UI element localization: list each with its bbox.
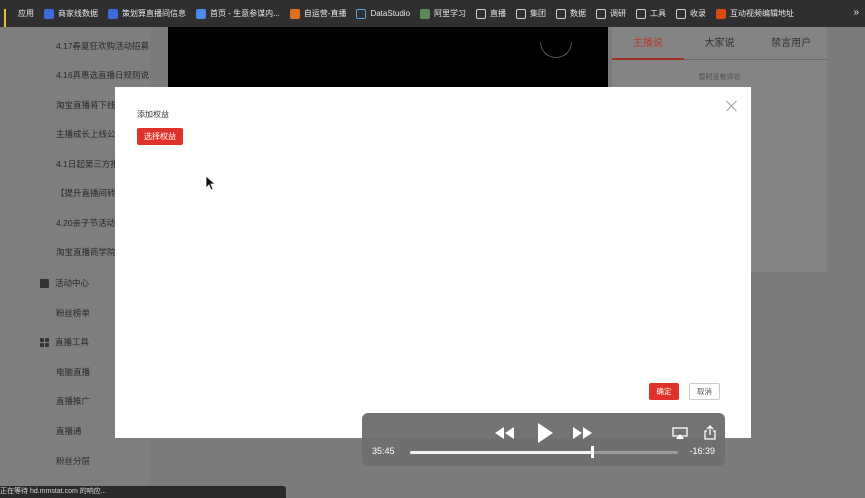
bookmark-label: 收录 — [690, 9, 707, 18]
apps-grid-icon — [4, 8, 14, 27]
bookmark-site-icon — [420, 8, 431, 19]
sidebar-item-live-tong[interactable]: 直播通 — [56, 425, 82, 437]
bookmark-apps[interactable]: 应用 — [4, 8, 34, 27]
cancel-button[interactable]: 取消 — [689, 383, 720, 400]
browser-status-bar: 正在等待 hd.mmstat.com 的响应... — [0, 486, 286, 498]
remaining-time: -16:39 — [689, 446, 715, 456]
bookmarks-overflow-button[interactable]: » — [853, 7, 859, 18]
sidebar-item-fan-tiers[interactable]: 粉丝分层 — [56, 455, 90, 467]
bookmark-folder[interactable]: 直播 — [476, 8, 506, 19]
folder-icon — [676, 8, 687, 19]
bookmark-folder[interactable]: 集团 — [516, 8, 546, 19]
bookmark-label: 直播 — [490, 9, 507, 18]
bookmark-item[interactable]: 首页 - 生意参谋内... — [196, 8, 280, 19]
bookmark-folder[interactable]: 工具 — [636, 8, 666, 19]
bookmark-item[interactable]: 阿里学习 — [420, 8, 466, 19]
sidebar-notice-item[interactable]: 4.20亲子节活动 — [56, 217, 115, 229]
sidebar-item-live-promo[interactable]: 直播推广 — [56, 395, 90, 407]
bookmark-folder[interactable]: 收录 — [676, 8, 706, 19]
live-video-area[interactable] — [168, 27, 608, 87]
sidebar-notice-item[interactable]: 主播成长上线公 — [56, 128, 116, 140]
bookmark-item[interactable]: 商家线数据 — [44, 8, 98, 19]
folder-icon — [636, 8, 647, 19]
bookmark-site-icon — [289, 8, 300, 19]
mouse-cursor-icon — [205, 175, 215, 191]
bookmark-label: 集团 — [530, 9, 547, 18]
bookmark-label: 调研 — [610, 9, 627, 18]
sidebar-section-activity[interactable]: 活动中心 — [40, 277, 89, 289]
select-benefit-button[interactable]: 选择权益 — [137, 128, 183, 145]
confirm-button[interactable]: 确定 — [649, 383, 679, 400]
bookmark-item[interactable]: 策划算直播间信息 — [108, 8, 186, 19]
share-icon[interactable] — [704, 425, 716, 440]
bookmark-label: 应用 — [18, 9, 34, 18]
sidebar-item-pc-live[interactable]: 电脑直播 — [56, 366, 90, 378]
bookmark-item[interactable]: 自运营-直播 — [289, 8, 347, 19]
bookmark-label: 首页 - 生意参谋内... — [210, 9, 280, 18]
progress-scrubber[interactable] — [410, 446, 678, 458]
progress-fill — [410, 451, 593, 454]
bookmark-label: DataStudio — [370, 9, 411, 18]
empty-comments-text: 暂时没有评论 — [698, 74, 741, 81]
bookmark-item[interactable]: 互动视频编辑地址 — [716, 8, 794, 19]
scrubber-handle[interactable] — [591, 446, 594, 458]
bookmark-site-icon — [196, 8, 206, 19]
modal-title: 添加权益 — [137, 110, 169, 119]
bookmarks-bar: 应用 商家线数据 策划算直播间信息 首页 - 生意参谋内... 自运营-直播 D… — [0, 0, 865, 27]
folder-icon — [596, 8, 607, 19]
bookmark-label: 阿里学习 — [434, 9, 467, 18]
bookmark-doc-icon — [108, 8, 118, 19]
airplay-icon[interactable] — [672, 427, 688, 439]
bookmark-folder[interactable]: 数据 — [556, 8, 586, 19]
bookmark-label: 工具 — [650, 9, 667, 18]
sidebar-notice-item[interactable]: 淘宝直播将下线 — [56, 99, 116, 111]
bookmark-doc-icon — [44, 8, 54, 19]
live-tools-icon — [40, 337, 49, 347]
tab-everyone-says[interactable]: 大家说 — [684, 27, 756, 59]
comments-tabs: 主播说 大家说 禁言用户 — [612, 27, 827, 60]
video-loading-ring — [540, 42, 572, 58]
sidebar-section-label: 直播工具 — [55, 337, 90, 347]
bookmark-label: 互动视频编辑地址 — [730, 9, 795, 18]
folder-icon — [556, 8, 567, 19]
active-tab-indicator — [612, 58, 684, 60]
folder-icon — [476, 8, 487, 19]
activity-center-icon — [40, 278, 49, 288]
bookmark-label: 数据 — [570, 9, 587, 18]
folder-icon — [516, 8, 527, 19]
sidebar-notice-item[interactable]: 4.1日起第三方推 — [56, 158, 119, 170]
bookmark-label: 自运营-直播 — [303, 9, 347, 18]
bookmark-label: 商家线数据 — [58, 9, 98, 18]
rewind-icon[interactable] — [493, 425, 515, 441]
tab-muted-users[interactable]: 禁言用户 — [755, 27, 827, 59]
bookmark-folder[interactable]: 调研 — [596, 8, 626, 19]
sidebar-notice-item[interactable]: 4.16真惠选直播日规则说 — [56, 69, 149, 81]
sidebar-item-fans-rank[interactable]: 粉丝榜单 — [56, 307, 90, 319]
bookmark-label: 策划算直播间信息 — [122, 9, 186, 18]
sidebar-section-label: 活动中心 — [55, 278, 90, 288]
sidebar-notice-item[interactable]: 淘宝直播商学院 — [56, 246, 116, 258]
sidebar-notice-item[interactable]: 【提升直播间转 — [56, 187, 116, 199]
elapsed-time: 35:45 — [372, 446, 395, 456]
video-player-controls: 35:45 -16:39 — [362, 413, 725, 466]
play-icon[interactable] — [536, 422, 554, 444]
fast-forward-icon[interactable] — [572, 425, 594, 441]
sidebar-section-tools[interactable]: 直播工具 — [40, 336, 89, 348]
close-icon[interactable] — [725, 99, 739, 113]
bookmark-item[interactable]: DataStudio — [356, 8, 411, 19]
sidebar-notice-item[interactable]: 4.17春夏狂欢购活动招募 — [56, 40, 149, 52]
tab-host-says[interactable]: 主播说 — [612, 27, 684, 59]
add-benefit-modal: 添加权益 选择权益 确定 取消 — [115, 87, 751, 438]
bookmark-site-icon — [716, 8, 727, 19]
datastudio-icon — [356, 8, 367, 19]
